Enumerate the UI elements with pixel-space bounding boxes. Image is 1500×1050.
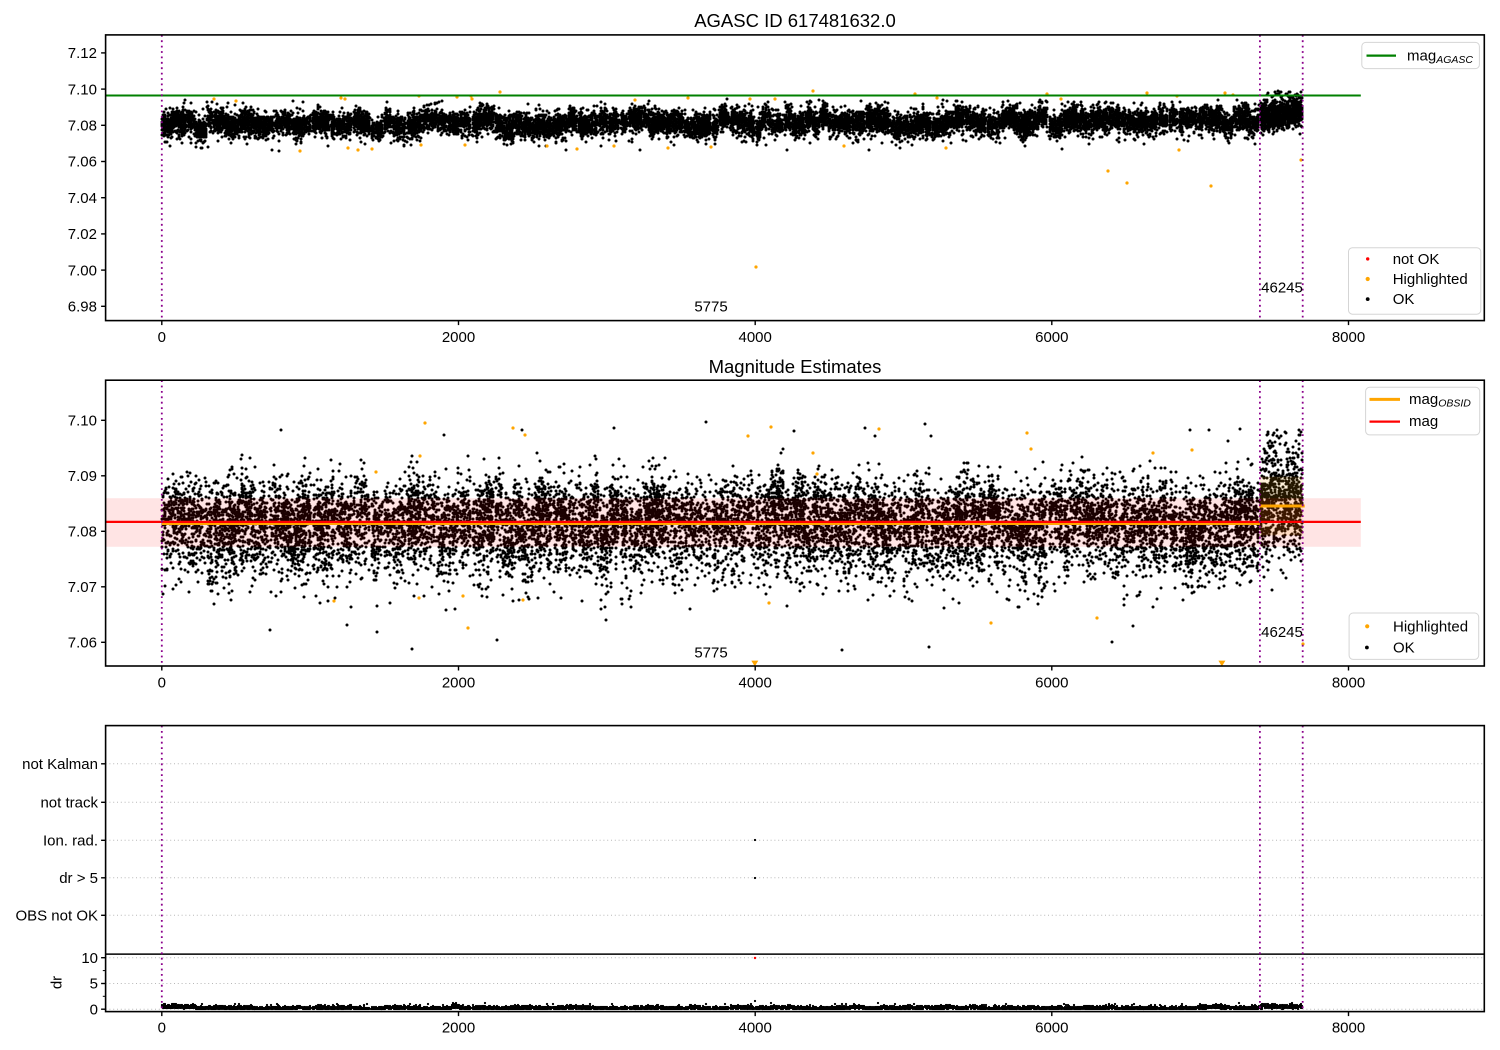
svg-text:2000: 2000: [442, 675, 475, 692]
svg-text:7.06: 7.06: [68, 154, 97, 171]
svg-text:8000: 8000: [1332, 675, 1365, 692]
svg-text:OK: OK: [1393, 640, 1415, 657]
svg-text:6000: 6000: [1035, 675, 1068, 692]
svg-text:7.09: 7.09: [68, 468, 97, 485]
svg-text:0: 0: [158, 675, 166, 692]
svg-text:4000: 4000: [739, 329, 772, 346]
svg-text:7.02: 7.02: [68, 226, 97, 243]
svg-text:0: 0: [158, 329, 166, 346]
svg-text:4000: 4000: [739, 675, 772, 692]
svg-text:5775: 5775: [694, 645, 727, 662]
svg-text:7.12: 7.12: [68, 45, 97, 62]
svg-text:not track: not track: [40, 795, 98, 812]
svg-text:6000: 6000: [1035, 329, 1068, 346]
svg-text:Ion. rad.: Ion. rad.: [43, 833, 98, 850]
svg-text:7.10: 7.10: [68, 81, 97, 98]
svg-text:0: 0: [158, 1020, 166, 1037]
svg-text:5775: 5775: [694, 299, 727, 316]
svg-text:Highlighted: Highlighted: [1393, 618, 1468, 635]
svg-text:not OK: not OK: [1393, 251, 1440, 268]
svg-text:8000: 8000: [1332, 1020, 1365, 1037]
svg-text:0: 0: [90, 1001, 98, 1018]
svg-text:not Kalman: not Kalman: [22, 756, 98, 773]
svg-text:dr: dr: [49, 976, 66, 989]
svg-text:7.00: 7.00: [68, 262, 97, 279]
svg-text:7.08: 7.08: [68, 118, 97, 135]
svg-text:7.10: 7.10: [68, 413, 97, 430]
svg-text:OBS not OK: OBS not OK: [15, 908, 98, 925]
svg-text:8000: 8000: [1332, 329, 1365, 346]
svg-text:46245: 46245: [1261, 279, 1303, 296]
svg-text:Highlighted: Highlighted: [1393, 271, 1468, 288]
svg-text:2000: 2000: [442, 1020, 475, 1037]
svg-text:6000: 6000: [1035, 1020, 1068, 1037]
svg-text:OK: OK: [1393, 291, 1415, 308]
svg-text:5: 5: [90, 976, 98, 993]
svg-text:mag: mag: [1409, 413, 1438, 430]
svg-text:7.08: 7.08: [68, 524, 97, 541]
svg-text:2000: 2000: [442, 329, 475, 346]
svg-text:AGASC ID 617481632.0: AGASC ID 617481632.0: [694, 10, 896, 31]
svg-text:6.98: 6.98: [68, 299, 97, 316]
svg-text:7.04: 7.04: [68, 190, 97, 207]
svg-text:7.06: 7.06: [68, 635, 97, 652]
svg-text:Magnitude Estimates: Magnitude Estimates: [709, 356, 882, 377]
svg-text:4000: 4000: [739, 1020, 772, 1037]
svg-text:dr > 5: dr > 5: [59, 870, 98, 887]
svg-text:46245: 46245: [1261, 624, 1303, 641]
svg-text:7.07: 7.07: [68, 579, 97, 596]
svg-text:10: 10: [81, 950, 98, 967]
